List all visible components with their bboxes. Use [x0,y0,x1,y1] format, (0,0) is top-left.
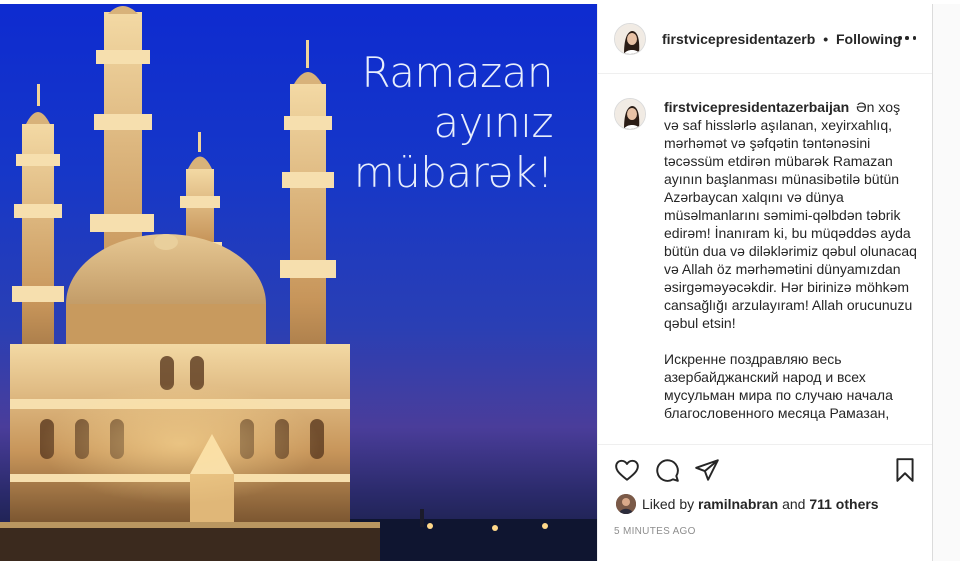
caption-paragraph-ru: Искренне поздравляю весь азербайджанский… [664,351,893,421]
author-avatar[interactable] [614,22,646,55]
header-separator: • [823,30,829,47]
like-button[interactable] [614,457,640,483]
save-button[interactable] [892,457,918,483]
post-header: firstvicepresidentazerb • Following [598,4,932,74]
image-text-line: ayınız [433,98,553,147]
heart-icon [615,459,639,481]
caption-username[interactable]: firstvicepresidentazerbaijan [664,99,849,115]
caption-body-az: Ən xoş və saf hisslərlə aşılanan, xeyirx… [664,99,917,331]
share-button[interactable] [694,457,720,483]
profile-photo-icon [615,23,645,54]
image-text-line: Ramazan [361,48,553,97]
comment-button[interactable] [654,457,680,483]
post-side-panel: firstvicepresidentazerb • Following firs… [597,4,932,561]
likes-summary: Liked by ramilnabran and 711 others [616,494,879,514]
likes-others-link[interactable]: 711 others [809,496,878,512]
post-timestamp[interactable]: 5 MINUTES AGO [614,526,696,537]
liker-avatar[interactable] [616,494,636,514]
image-text-line: mübarək! [353,148,554,197]
header-username[interactable]: firstvicepresidentazerb [662,31,815,47]
page-scroll-edge [932,4,960,561]
profile-photo-icon [615,99,645,129]
liker-photo-icon [616,494,636,514]
following-button[interactable]: Following [836,31,901,47]
action-bar [598,444,932,500]
caption-text: firstvicepresidentazerbaijan Ən xoş və s… [664,98,918,422]
image-text-overlay: Ramazan ayınız mübarək! [313,48,554,198]
liker-username[interactable]: ramilnabran [698,496,778,512]
post-image[interactable]: Ramazan ayınız mübarək! [0,4,597,561]
comment-icon [656,459,679,482]
caption-author-avatar[interactable] [614,98,646,130]
comments-area[interactable]: firstvicepresidentazerbaijan Ən xoş və s… [614,98,918,444]
post-caption: firstvicepresidentazerbaijan Ən xoş və s… [614,98,918,422]
bookmark-icon [896,458,914,482]
likes-prefix: Liked by [642,496,695,512]
more-options-icon[interactable] [898,29,916,47]
header-names: firstvicepresidentazerb • Following [662,31,901,47]
paper-plane-icon [695,459,719,481]
likes-conjunction: and [782,496,806,512]
caption-paragraph-az: firstvicepresidentazerbaijan Ən xoş və s… [664,98,918,332]
